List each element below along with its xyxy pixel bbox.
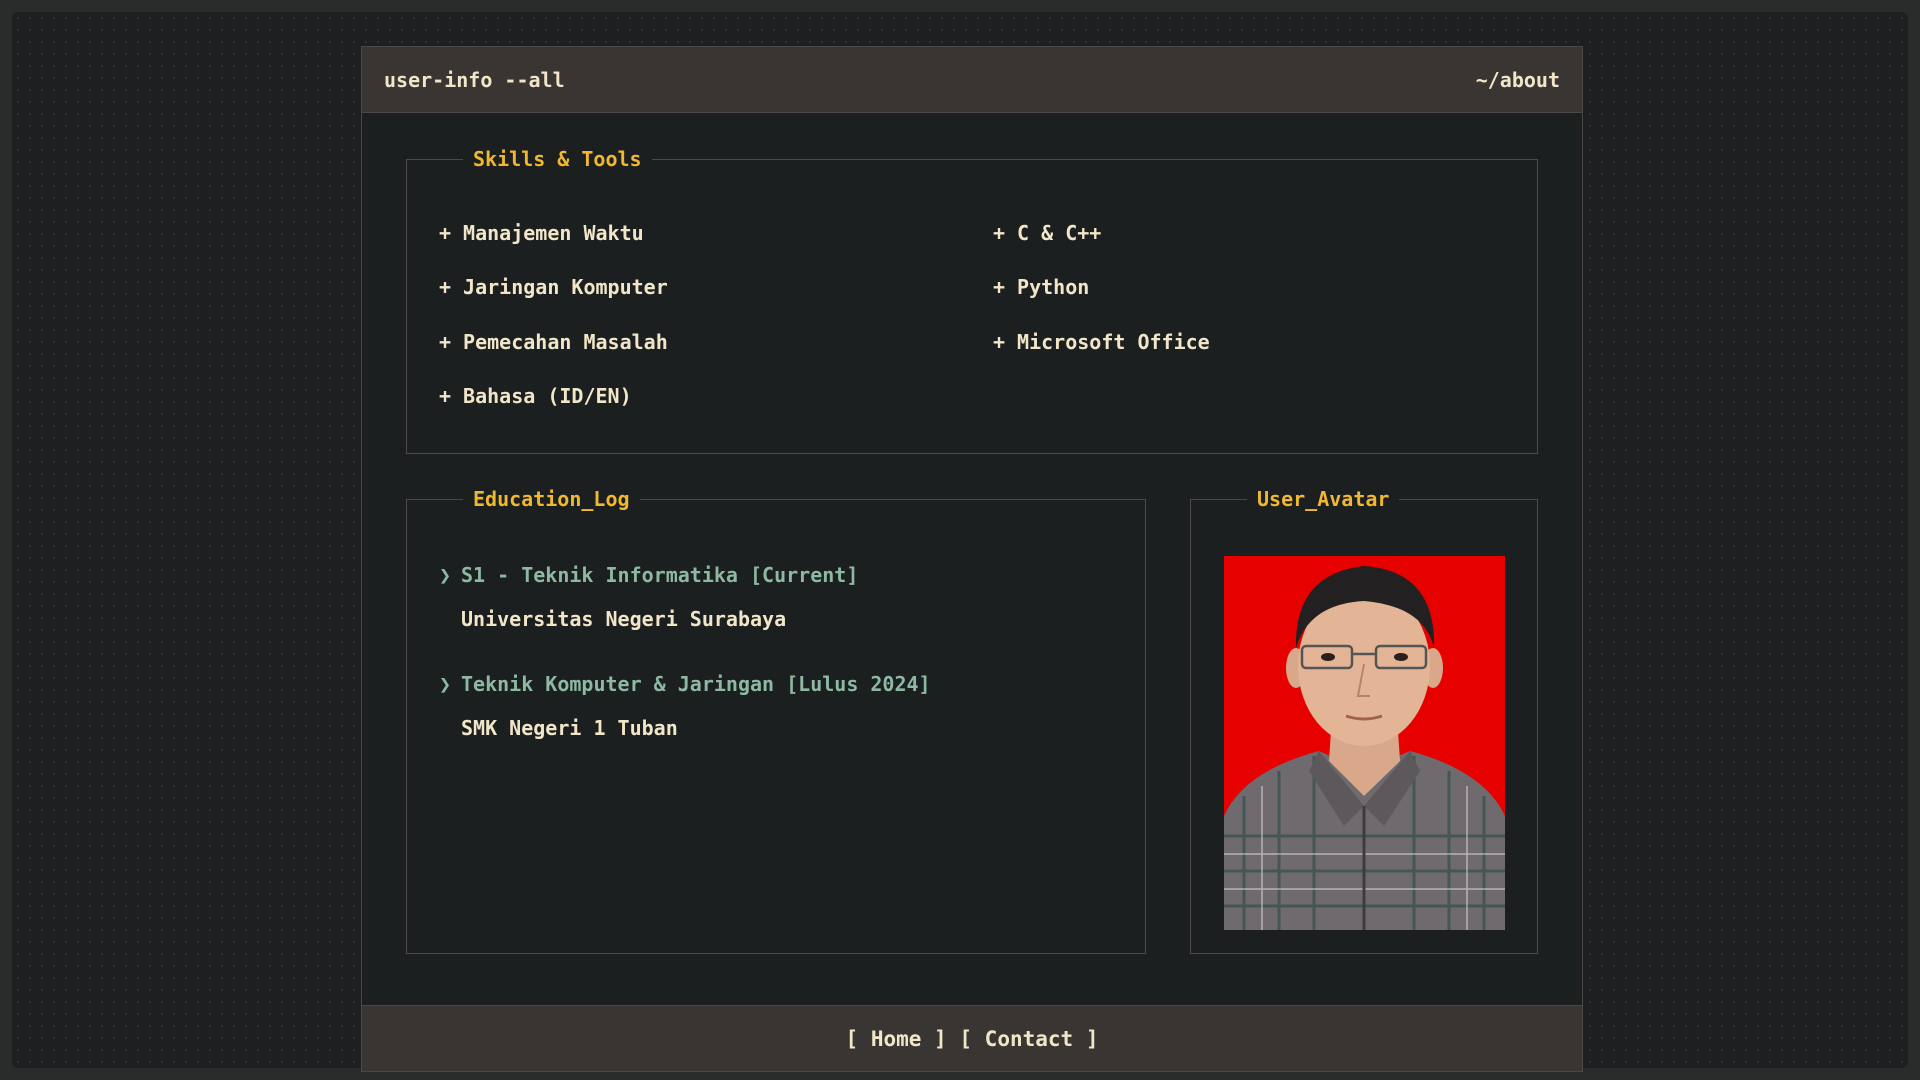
plus-icon: +: [993, 221, 1006, 245]
skill-item: + Pemecahan Masalah: [439, 330, 668, 354]
terminal-window: user-info --all ~/about Skills & Tools +…: [361, 46, 1583, 1072]
skill-label: Manajemen Waktu: [463, 221, 644, 245]
skills-legend: Skills & Tools: [473, 147, 642, 171]
plus-icon: +: [439, 384, 452, 408]
education-panel: Education_Log ❯ S1 - Teknik Informatika […: [406, 487, 1146, 954]
education-degree: ❯ Teknik Komputer & Jaringan [Lulus 2024]: [439, 670, 931, 698]
education-entry: ❯ Teknik Komputer & Jaringan [Lulus 2024]…: [439, 670, 931, 742]
chevron-right-icon: ❯: [439, 563, 452, 587]
desktop-background: user-info --all ~/about Skills & Tools +…: [12, 12, 1908, 1072]
skill-label: Pemecahan Masalah: [463, 330, 668, 354]
window-footer: [ Home ] [ Contact ]: [362, 1005, 1582, 1071]
education-school: SMK Negeri 1 Tuban: [461, 716, 678, 740]
skill-item: + Python: [993, 275, 1089, 299]
skill-item: + Jaringan Komputer: [439, 275, 668, 299]
skill-label: Bahasa (ID/EN): [463, 384, 632, 408]
bracket-close: ]: [934, 1027, 947, 1051]
skills-panel: Skills & Tools + Manajemen Waktu + Jaringa…: [406, 147, 1538, 454]
bracket-open: [: [845, 1027, 859, 1051]
contact-link[interactable]: Contact: [985, 1027, 1074, 1051]
plus-icon: +: [439, 275, 452, 299]
skill-label: Microsoft Office: [1017, 330, 1210, 354]
skill-item: + C & C++: [993, 221, 1101, 245]
avatar-photo: [1224, 556, 1505, 930]
person-portrait-icon: [1224, 556, 1505, 930]
skill-item: + Bahasa (ID/EN): [439, 384, 632, 408]
education-entry: ❯ S1 - Teknik Informatika [Current] Unive…: [439, 561, 858, 633]
education-school: Universitas Negeri Surabaya: [461, 607, 787, 631]
window-title-command: user-info --all: [384, 68, 565, 92]
skill-label: C & C++: [1017, 221, 1102, 245]
skill-item: + Microsoft Office: [993, 330, 1210, 354]
skill-item: + Manajemen Waktu: [439, 221, 644, 245]
chevron-right-icon: ❯: [439, 672, 452, 696]
home-link[interactable]: Home: [871, 1027, 922, 1051]
avatar-legend: User_Avatar: [1257, 487, 1390, 511]
plus-icon: +: [993, 330, 1006, 354]
degree-label: Teknik Komputer & Jaringan [Lulus 2024]: [461, 672, 931, 696]
bracket-close: ]: [1085, 1027, 1099, 1051]
window-titlebar: user-info --all ~/about: [362, 47, 1582, 113]
education-legend: Education_Log: [473, 487, 630, 511]
skill-label: Jaringan Komputer: [463, 275, 668, 299]
plus-icon: +: [993, 275, 1006, 299]
bracket-open: [: [959, 1027, 973, 1051]
avatar-panel: User_Avatar: [1190, 487, 1538, 954]
skill-label: Python: [1017, 275, 1090, 299]
degree-label: S1 - Teknik Informatika [Current]: [461, 563, 859, 587]
plus-icon: +: [439, 221, 452, 245]
window-title-path: ~/about: [1475, 68, 1560, 92]
education-degree: ❯ S1 - Teknik Informatika [Current]: [439, 561, 858, 589]
plus-icon: +: [439, 330, 452, 354]
